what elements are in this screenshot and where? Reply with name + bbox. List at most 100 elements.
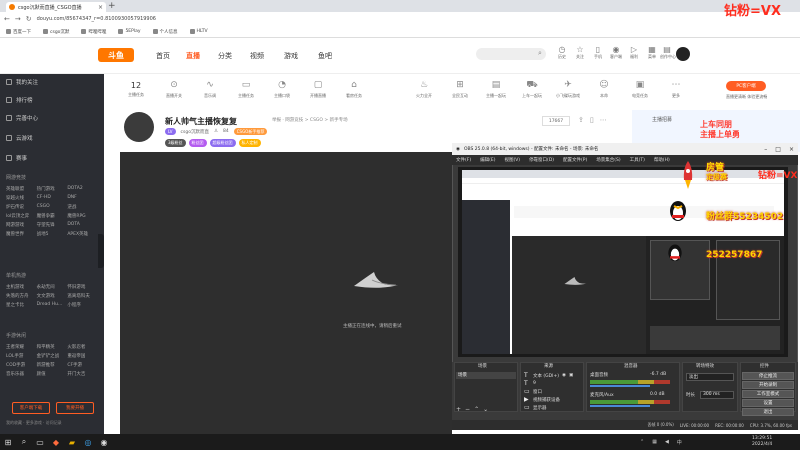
task-view-icon[interactable]: ▭ xyxy=(32,434,48,450)
folder-icon[interactable]: ▰ xyxy=(64,434,80,450)
category-item[interactable]: ⛟ 上车一起玩 xyxy=(518,80,546,99)
volume-icon[interactable]: ◀ xyxy=(665,439,669,446)
scene-item[interactable]: 场景 xyxy=(456,372,516,379)
menu-button[interactable]: ▦ 菜单 xyxy=(645,45,659,60)
remove-icon[interactable]: − xyxy=(465,406,474,413)
bookmark-item[interactable]: csgo沉默 xyxy=(43,29,69,35)
add-icon[interactable]: + xyxy=(456,406,465,413)
url-field[interactable]: douyu.com/85674347_r=0.8100930057919906 xyxy=(37,16,156,22)
sidebar-game[interactable]: 金铲铲之战 xyxy=(37,353,68,359)
exit-button[interactable]: 退出 xyxy=(742,408,794,416)
custom-badge[interactable]: 私人定制 xyxy=(238,139,261,147)
sidebar-collapse-handle[interactable] xyxy=(98,234,104,268)
sidebar-game[interactable]: Dread Hu... xyxy=(37,302,68,308)
source-item[interactable]: T9 xyxy=(524,380,536,387)
menu-view[interactable]: 视图(V) xyxy=(504,157,520,163)
menu-scene-collection[interactable]: 场景集合(S) xyxy=(596,157,620,163)
reload-icon[interactable]: ↻ xyxy=(26,15,32,23)
menu-tools[interactable]: 工具(T) xyxy=(630,157,645,163)
share-icon[interactable]: ⇪ xyxy=(578,116,584,124)
sidebar-game[interactable]: 主机游戏 xyxy=(6,284,37,290)
category-item[interactable]: ◔ 主播口袋 xyxy=(268,80,296,99)
history-button[interactable]: ◷ 历史 xyxy=(555,45,569,60)
app-icon[interactable]: ◆ xyxy=(48,434,64,450)
ime-icon[interactable]: 中 xyxy=(677,439,682,446)
douyu-logo[interactable]: 斗鱼 xyxy=(98,48,134,62)
sidebar-game[interactable]: 英雄联盟 xyxy=(6,186,37,192)
sidebar-game[interactable]: 魔兽RPG xyxy=(67,213,98,219)
close-icon[interactable]: × xyxy=(98,4,103,11)
minimize-icon[interactable]: – xyxy=(764,146,767,153)
network-icon[interactable]: ▦ xyxy=(652,439,657,446)
streamer-name[interactable]: csgo沉默而直 xyxy=(181,129,209,135)
category-item[interactable]: ▤ 主播一起玩 xyxy=(482,80,510,99)
nav-live[interactable]: 直播 xyxy=(186,51,200,61)
sidebar-game[interactable]: COD手游 xyxy=(6,362,37,368)
bookmark-item[interactable]: 百度一下 xyxy=(6,29,31,35)
menu-edit[interactable]: 编辑(E) xyxy=(480,157,495,163)
sidebar-game[interactable]: 火影忍者 xyxy=(67,344,98,350)
chrome-icon[interactable]: ◎ xyxy=(80,434,96,450)
video-player[interactable] xyxy=(120,152,452,434)
new-tab-button[interactable]: + xyxy=(108,1,116,11)
sidebar-game[interactable]: LOL手游 xyxy=(6,353,37,359)
category-item[interactable]: ▣ 电竞任务 xyxy=(626,80,654,99)
source-item[interactable]: ▭ 显示器 xyxy=(524,404,547,411)
sidebar-game[interactable]: 守望先锋 xyxy=(37,222,68,228)
sidebar-game[interactable]: 小程序 xyxy=(67,302,98,308)
sidebar-item-follow[interactable]: 我的关注 xyxy=(6,78,38,86)
more-icon[interactable]: ⋯ xyxy=(600,116,607,124)
bookmark-item[interactable]: 5EPlay xyxy=(118,29,141,34)
client-button[interactable]: ◉ 客户端 xyxy=(609,45,623,60)
sidebar-game[interactable]: 文文游戏 xyxy=(37,293,68,299)
sidebar-game[interactable]: 热门游戏 xyxy=(37,186,68,192)
creator-button[interactable]: ▤ 创作中心 xyxy=(660,45,676,60)
nav-yuba[interactable]: 鱼吧 xyxy=(318,51,332,61)
studio-mode-button[interactable]: 工作室模式 xyxy=(742,390,794,398)
settings-button[interactable]: 设置 xyxy=(742,399,794,407)
sidebar-game[interactable]: 逆战 xyxy=(67,204,98,210)
room-tags[interactable]: 举报 · 网游竞技 > CSGO > 新手专场 xyxy=(272,117,348,123)
sidebar-game[interactable]: 穿越火线 xyxy=(6,195,37,201)
sidebar-game[interactable]: 逃离塔科夫 xyxy=(67,293,98,299)
sidebar-item-center[interactable]: 完善中心 xyxy=(6,114,38,122)
category-item[interactable]: ⊙ 直播开关 xyxy=(160,80,188,99)
start-stream-button[interactable]: 我要开播 xyxy=(56,402,94,414)
sidebar-game[interactable]: 重返帝国 xyxy=(67,353,98,359)
fan-club-badge[interactable]: 粉丝团 xyxy=(188,139,207,147)
up-icon[interactable]: ⌃ xyxy=(474,406,483,413)
stop-stream-button[interactable]: 停止推流 xyxy=(742,372,794,380)
sidebar-game[interactable]: 音乐乐器 xyxy=(6,371,37,377)
search-icon[interactable]: ⌕ xyxy=(16,434,32,450)
nav-home[interactable]: 首页 xyxy=(156,51,170,61)
eye-icon[interactable]: ◉ xyxy=(562,373,566,378)
bookmark-item[interactable]: HLTV xyxy=(189,29,208,34)
sidebar-game[interactable]: 怀旧游戏 xyxy=(67,284,98,290)
search-input[interactable] xyxy=(476,48,546,60)
category-item[interactable]: ⌂ 看房任务 xyxy=(340,80,368,99)
phone-icon[interactable]: ▯ xyxy=(590,116,594,124)
client-download-button[interactable]: 客户端下载 xyxy=(12,402,50,414)
sidebar-game[interactable]: 开门大吉 xyxy=(67,371,98,377)
sidebar-game[interactable]: CSGO xyxy=(37,204,68,210)
sidebar-game[interactable]: 魔兽争霸 xyxy=(37,213,68,219)
sidebar-item-rank[interactable]: 排行榜 xyxy=(6,96,33,104)
welfare-button[interactable]: ▷ 福利 xyxy=(627,45,641,60)
nav-category[interactable]: 分类 xyxy=(218,51,232,61)
sidebar-game[interactable]: 战地5 xyxy=(37,231,68,237)
streamer-avatar[interactable] xyxy=(124,112,154,142)
bookmark-item[interactable]: 个人信息 xyxy=(152,29,178,35)
sidebar-game[interactable]: DNF xyxy=(67,195,98,201)
source-item[interactable]: ▭ 窗口 xyxy=(524,388,542,395)
windows-start-icon[interactable]: ⊞ xyxy=(0,434,16,450)
follow-count[interactable]: 17667 xyxy=(542,116,570,126)
mobile-button[interactable]: ▯ 手机 xyxy=(591,45,605,60)
menu-file[interactable]: 文件(F) xyxy=(456,157,471,163)
nav-video[interactable]: 视频 xyxy=(250,51,264,61)
sidebar-game[interactable]: 魔兽世界 xyxy=(6,231,37,237)
sidebar-game[interactable]: 失落的方舟 xyxy=(6,293,37,299)
sidebar-game[interactable]: 永劫无间 xyxy=(37,284,68,290)
forward-icon[interactable]: → xyxy=(15,15,21,23)
category-item[interactable]: ⊞ 全民互动 xyxy=(446,80,474,99)
sidebar-game[interactable]: 颜值 xyxy=(37,371,68,377)
